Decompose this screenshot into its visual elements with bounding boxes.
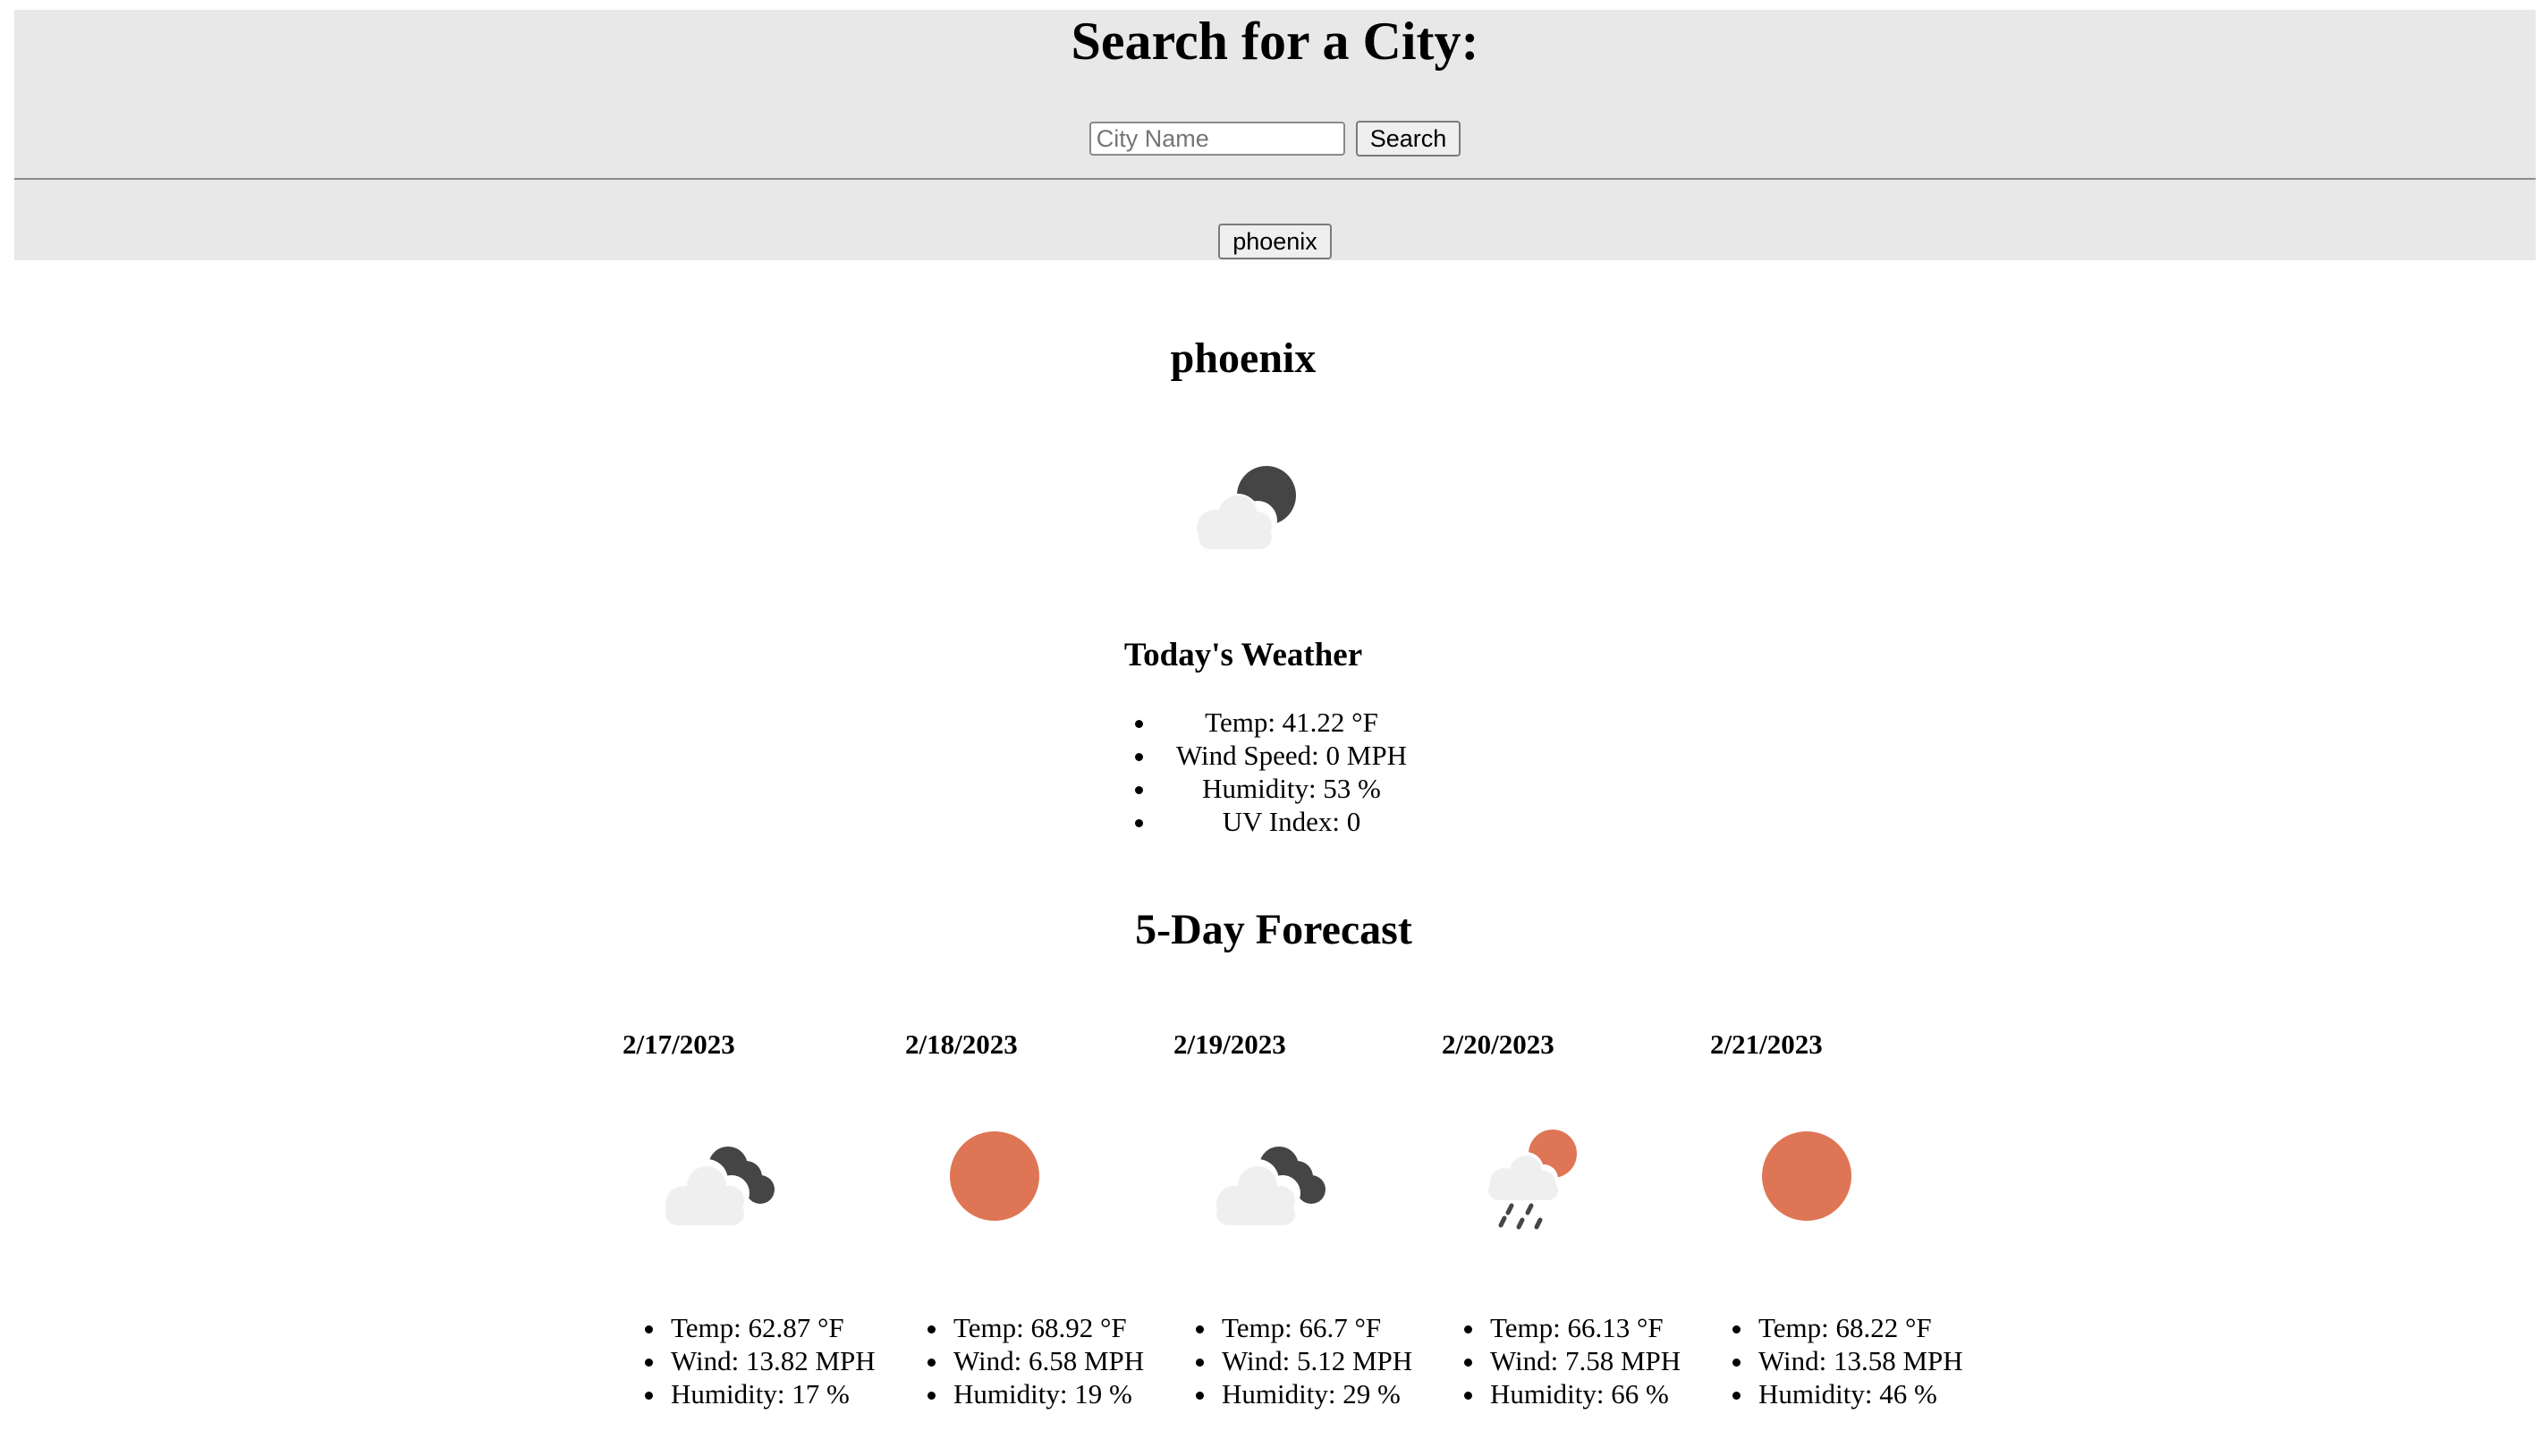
forecast-stats: Temp: 62.87 °F Wind: 13.82 MPH Humidity:… bbox=[623, 1311, 918, 1410]
search-header: Search for a City: Search phoenix bbox=[14, 10, 2536, 260]
forecast-stats: Temp: 66.7 °F Wind: 5.12 MPH Humidity: 2… bbox=[1173, 1311, 1469, 1410]
forecast-temp: Temp: 66.13 °F bbox=[1486, 1311, 1737, 1344]
search-title: Search for a City: bbox=[1071, 12, 1479, 71]
search-row: Search bbox=[14, 121, 2536, 157]
forecast-humidity: Humidity: 29 % bbox=[1218, 1377, 1469, 1410]
forecast-humidity: Humidity: 66 % bbox=[1486, 1377, 1737, 1410]
current-temp: Temp: 41.22 °F bbox=[1157, 706, 1426, 739]
forecast-wind: Wind: 7.58 MPH bbox=[1486, 1344, 1737, 1377]
search-history: phoenix bbox=[14, 224, 2536, 259]
sun-icon bbox=[950, 1131, 1039, 1221]
forecast-heading: 5-Day Forecast bbox=[1135, 906, 1412, 953]
forecast-date: 2/20/2023 bbox=[1442, 1029, 1554, 1060]
sun-icon bbox=[1762, 1131, 1851, 1221]
forecast-humidity: Humidity: 19 % bbox=[950, 1377, 1200, 1410]
partly-cloudy-night-icon bbox=[1197, 466, 1296, 549]
cloudy-night-icon bbox=[1216, 1147, 1326, 1225]
forecast-temp: Temp: 66.7 °F bbox=[1218, 1311, 1469, 1344]
current-humidity: Humidity: 53 % bbox=[1157, 772, 1426, 805]
forecast-stats: Temp: 68.22 °F Wind: 13.58 MPH Humidity:… bbox=[1710, 1311, 2005, 1410]
forecast-date: 2/21/2023 bbox=[1710, 1029, 1823, 1060]
city-search-input[interactable] bbox=[1088, 122, 1345, 156]
forecast-date: 2/19/2023 bbox=[1173, 1029, 1286, 1060]
rain-sun-icon bbox=[1488, 1130, 1577, 1230]
current-wind: Wind Speed: 0 MPH bbox=[1157, 739, 1426, 772]
forecast-wind: Wind: 5.12 MPH bbox=[1218, 1344, 1469, 1377]
todays-weather-heading: Today's Weather bbox=[1123, 637, 1363, 673]
current-uv-index: UV Index: 0 bbox=[1157, 805, 1426, 838]
header-divider bbox=[14, 178, 2536, 180]
search-button[interactable]: Search bbox=[1355, 121, 1461, 157]
forecast-temp: Temp: 68.22 °F bbox=[1755, 1311, 2005, 1344]
forecast-humidity: Humidity: 46 % bbox=[1755, 1377, 2005, 1410]
forecast-wind: Wind: 13.82 MPH bbox=[667, 1344, 918, 1377]
forecast-stats: Temp: 68.92 °F Wind: 6.58 MPH Humidity: … bbox=[905, 1311, 1200, 1410]
city-name-heading: phoenix bbox=[1170, 334, 1317, 382]
forecast-wind: Wind: 6.58 MPH bbox=[950, 1344, 1200, 1377]
cloudy-night-icon bbox=[665, 1147, 775, 1225]
forecast-date: 2/18/2023 bbox=[905, 1029, 1018, 1060]
forecast-temp: Temp: 68.92 °F bbox=[950, 1311, 1200, 1344]
forecast-temp: Temp: 62.87 °F bbox=[667, 1311, 918, 1344]
forecast-date: 2/17/2023 bbox=[623, 1029, 735, 1060]
forecast-wind: Wind: 13.58 MPH bbox=[1755, 1344, 2005, 1377]
forecast-stats: Temp: 66.13 °F Wind: 7.58 MPH Humidity: … bbox=[1442, 1311, 1737, 1410]
history-button-phoenix[interactable]: phoenix bbox=[1218, 224, 1332, 259]
current-weather-list: Temp: 41.22 °F Wind Speed: 0 MPH Humidit… bbox=[1136, 706, 1426, 838]
forecast-humidity: Humidity: 17 % bbox=[667, 1377, 918, 1410]
